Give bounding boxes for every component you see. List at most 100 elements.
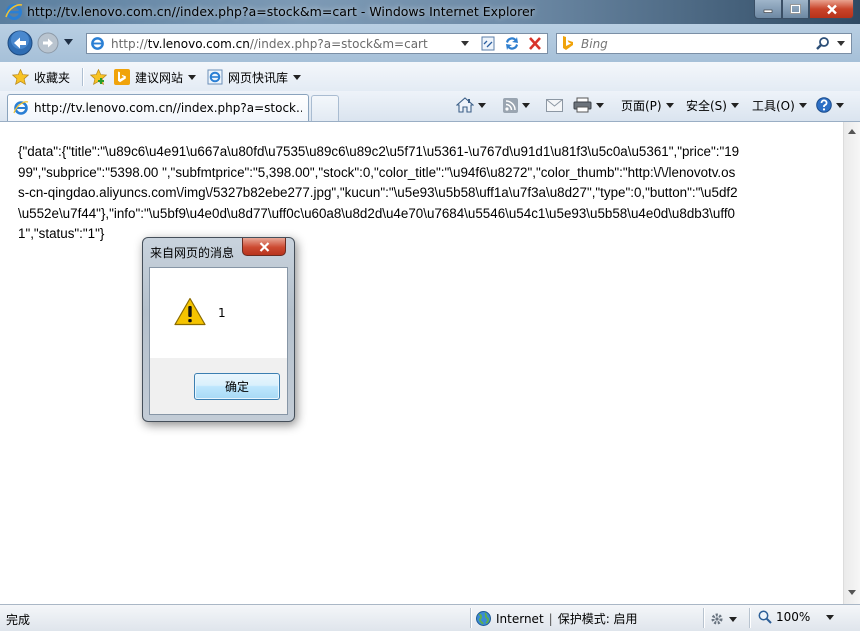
tab-label: http://tv.lenovo.com.cn//index.php?a=sto… <box>34 101 302 115</box>
page-content[interactable]: {"data":{"title":"\u89c6\u4e91\u667a\u80… <box>0 122 843 604</box>
search-input[interactable] <box>581 36 801 51</box>
tools-menu[interactable]: 工具(O) <box>752 96 807 114</box>
zoom-button[interactable]: 100% <box>758 610 835 624</box>
chevron-down-icon <box>188 74 197 80</box>
json-response-text: {"data":{"title":"\u89c6\u4e91\u667a\u80… <box>18 144 740 241</box>
dialog-close-button[interactable] <box>242 238 286 256</box>
bing-suggested-icon <box>114 69 130 85</box>
warning-icon <box>174 297 206 326</box>
suggested-sites-label: 建议网站 <box>135 70 184 85</box>
status-separator <box>470 608 472 628</box>
rss-feed-icon <box>503 97 518 113</box>
window-controls <box>754 0 854 20</box>
window-title: http://tv.lenovo.com.cn//index.php?a=sto… <box>27 4 535 19</box>
refresh-icon[interactable] <box>502 35 522 52</box>
chevron-down-icon <box>798 102 807 108</box>
status-separator <box>703 608 705 628</box>
suggested-sites-button[interactable]: 建议网站 <box>114 68 197 86</box>
home-button[interactable] <box>456 96 486 114</box>
chevron-down-icon <box>826 614 835 620</box>
security-zone[interactable]: Internet | 保护模式: 启用 <box>476 610 638 627</box>
close-icon <box>259 241 269 252</box>
ie-page-icon <box>13 101 29 115</box>
back-button[interactable] <box>7 30 33 56</box>
favorites-label: 收藏夹 <box>34 70 71 85</box>
ie-page-icon <box>207 69 223 85</box>
vertical-scrollbar[interactable] <box>843 122 860 604</box>
home-icon <box>456 97 474 113</box>
tools-menu-label: 工具(O) <box>752 98 795 113</box>
maximize-icon <box>790 4 801 14</box>
accessibility-button[interactable] <box>709 611 739 627</box>
safety-menu-label: 安全(S) <box>686 98 727 113</box>
chevron-down-icon <box>293 74 302 80</box>
zoom-level: 100% <box>776 610 811 624</box>
tab-current-page[interactable]: http://tv.lenovo.com.cn//index.php?a=sto… <box>7 94 309 121</box>
chevron-down-icon <box>730 102 739 108</box>
dialog-message: 1 <box>218 306 226 320</box>
web-slice-gallery-button[interactable]: 网页快讯库 <box>207 68 302 86</box>
dialog-footer: 确定 <box>149 358 288 415</box>
forward-button[interactable] <box>37 32 59 54</box>
close-icon <box>826 4 837 14</box>
protected-mode-label: 保护模式: 启用 <box>557 612 638 626</box>
status-separator <box>749 608 751 628</box>
recent-pages-dropdown-icon[interactable] <box>64 39 73 45</box>
new-tab-button[interactable] <box>311 95 339 121</box>
close-window-button[interactable] <box>809 0 854 19</box>
dialog-title: 来自网页的消息 <box>150 246 235 260</box>
scroll-up-icon[interactable] <box>848 129 856 134</box>
mail-icon <box>546 98 563 112</box>
add-to-favorites-bar-button[interactable] <box>90 68 107 86</box>
read-mail-button[interactable] <box>546 96 563 114</box>
alert-dialog: 来自网页的消息 1 确定 <box>142 237 295 422</box>
bing-logo-icon <box>563 36 573 50</box>
printer-icon <box>573 97 592 113</box>
print-button[interactable] <box>573 96 604 114</box>
url-host: tv.lenovo.com.cn <box>147 37 250 51</box>
window-title-bar[interactable]: http://tv.lenovo.com.cn//index.php?a=sto… <box>0 0 860 24</box>
compatibility-view-icon[interactable] <box>478 35 498 52</box>
page-menu-label: 页面(P) <box>621 98 662 113</box>
url-prefix: http:// <box>111 37 148 51</box>
status-text: 完成 <box>6 613 31 627</box>
chevron-down-icon <box>836 102 844 108</box>
chevron-down-icon <box>596 102 604 108</box>
search-icon[interactable] <box>815 36 831 52</box>
scroll-down-icon[interactable] <box>848 590 856 595</box>
globe-icon <box>476 611 491 626</box>
chevron-down-icon <box>478 102 486 108</box>
search-options-dropdown-icon[interactable] <box>837 41 845 46</box>
tab-and-command-bar: http://tv.lenovo.com.cn//index.php?a=sto… <box>0 91 860 122</box>
stop-icon[interactable] <box>525 35 545 52</box>
address-url[interactable]: http://tv.lenovo.com.cn//index.php?a=sto… <box>111 37 428 51</box>
address-dropdown-icon[interactable] <box>461 41 469 46</box>
dialog-body: 1 <box>149 267 288 358</box>
safety-menu[interactable]: 安全(S) <box>686 96 739 114</box>
web-slice-gallery-label: 网页快讯库 <box>228 70 289 85</box>
minimize-button[interactable] <box>754 0 782 19</box>
chevron-down-icon <box>729 616 737 622</box>
favorites-separator <box>82 68 84 86</box>
help-icon <box>816 97 832 113</box>
favorites-star-icon <box>12 69 29 85</box>
ie-page-icon <box>91 37 104 50</box>
zone-divider: | <box>548 611 553 626</box>
maximize-button[interactable] <box>782 0 809 19</box>
add-favorite-star-icon <box>90 69 107 85</box>
address-box[interactable]: http://tv.lenovo.com.cn//index.php?a=sto… <box>86 33 548 54</box>
page-menu[interactable]: 页面(P) <box>621 96 674 114</box>
favorites-bar: 收藏夹 建议网站 网页快讯库 <box>0 62 860 92</box>
chevron-down-icon <box>665 102 674 108</box>
navigation-bar: http://tv.lenovo.com.cn//index.php?a=sto… <box>0 24 860 62</box>
ok-button[interactable]: 确定 <box>194 373 280 400</box>
zoom-icon <box>758 610 772 624</box>
status-bar: 完成 Internet | 保护模式: 启用 100% <box>0 604 860 631</box>
url-path: //index.php?a=stock&m=cart <box>249 37 428 51</box>
gear-icon <box>711 613 723 625</box>
help-button[interactable] <box>816 96 844 114</box>
search-box[interactable] <box>556 33 852 54</box>
chevron-down-icon <box>522 102 530 108</box>
favorites-button[interactable]: 收藏夹 <box>12 68 70 86</box>
feeds-button[interactable] <box>503 96 530 114</box>
